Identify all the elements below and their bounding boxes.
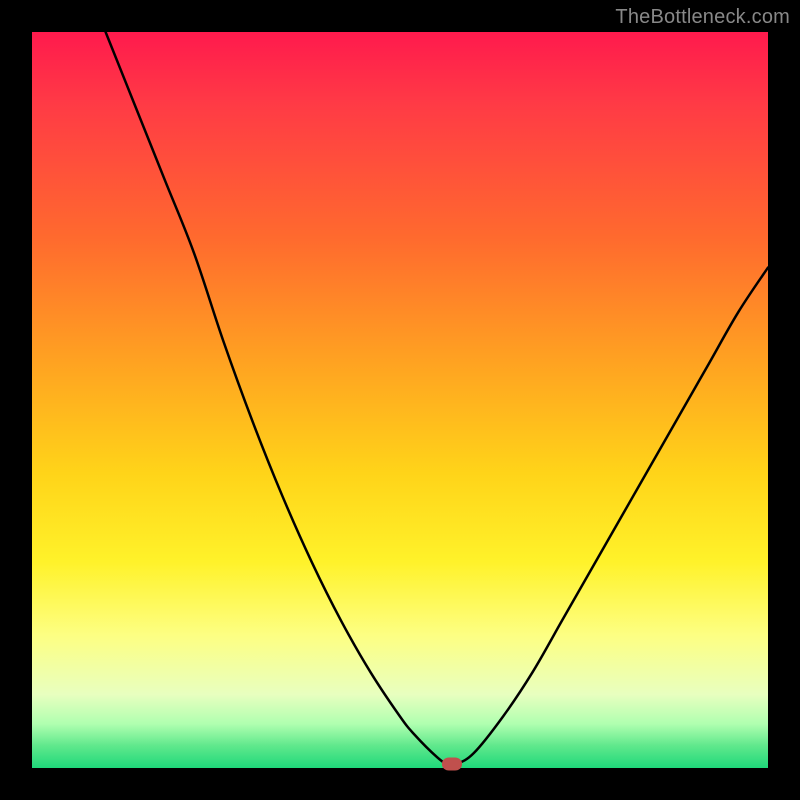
plot-area: [32, 32, 768, 768]
watermark-text: TheBottleneck.com: [615, 6, 790, 29]
chart-frame: TheBottleneck.com: [0, 0, 800, 800]
bottleneck-curve: [32, 32, 768, 768]
optimal-point-marker: [442, 758, 462, 771]
